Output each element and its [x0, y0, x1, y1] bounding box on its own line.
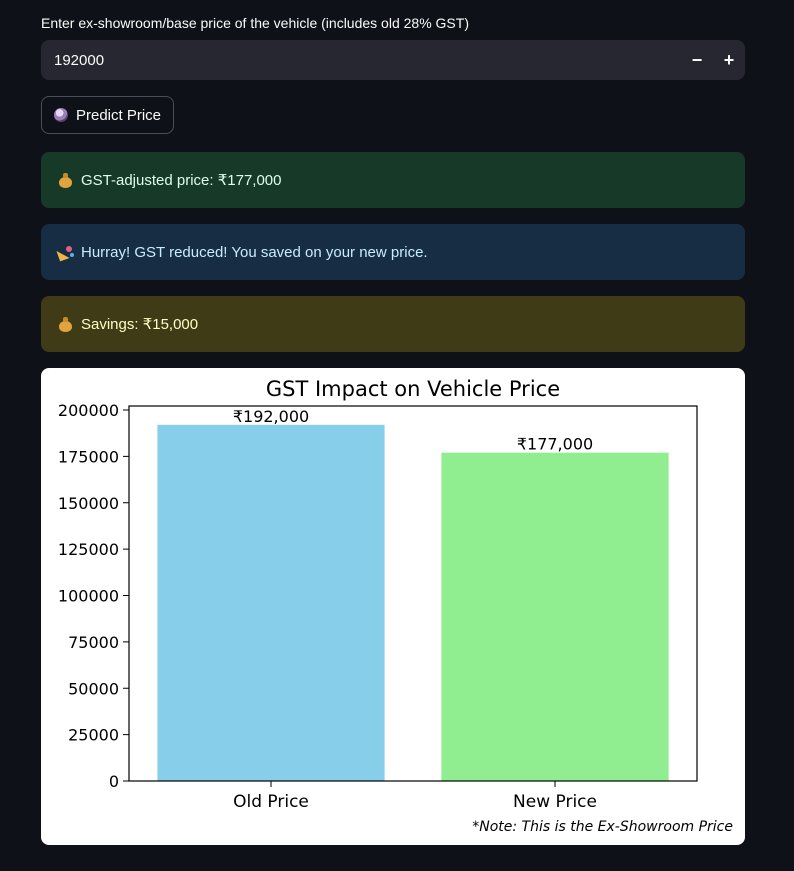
moneybag-icon: [58, 316, 73, 332]
gst-reduced-alert: Hurray! GST reduced! You saved on your n…: [41, 224, 745, 280]
x-tick-label: New Price: [513, 792, 597, 812]
y-tick-label: 175000: [58, 447, 119, 466]
price-input-field[interactable]: [41, 40, 667, 80]
bar-value-label: ₹177,000: [517, 435, 593, 454]
chart-note: *Note: This is the Ex-Showroom Price: [472, 819, 733, 835]
gst-reduced-text: Hurray! GST reduced! You saved on your n…: [81, 243, 428, 261]
crystal-ball-icon: [53, 108, 68, 122]
savings-text: Savings: ₹15,000: [81, 316, 199, 333]
party-popper-icon: [58, 245, 73, 260]
y-tick-label: 150000: [58, 494, 119, 513]
y-tick-label: 200000: [58, 401, 119, 420]
bar-old-price: [157, 424, 385, 781]
moneybag-icon: [58, 172, 73, 188]
x-tick-label: Old Price: [233, 792, 309, 812]
gst-adjusted-price-alert: GST-adjusted price: ₹177,000: [41, 152, 745, 208]
predict-price-button[interactable]: Predict Price: [41, 96, 174, 134]
price-input-label: Enter ex-showroom/base price of the vehi…: [41, 15, 469, 31]
gst-adjusted-price-text: GST-adjusted price: ₹177,000: [81, 172, 282, 189]
bar-value-label: ₹192,000: [233, 407, 309, 426]
increment-button[interactable]: +: [713, 40, 745, 80]
chart-card: GST Impact on Vehicle Price ₹192,000 ₹177,…: [41, 368, 745, 845]
decrement-button[interactable]: −: [681, 40, 713, 80]
chart-title: GST Impact on Vehicle Price: [266, 377, 560, 401]
predict-price-label: Predict Price: [75, 106, 162, 124]
y-tick-label: 100000: [58, 587, 119, 606]
bar-new-price: [441, 452, 669, 781]
y-tick-label: 50000: [68, 679, 119, 698]
y-tick-label: 75000: [68, 633, 119, 652]
savings-alert: Savings: ₹15,000: [41, 296, 745, 352]
y-tick-label: 25000: [68, 726, 119, 745]
y-tick-label: 0: [109, 772, 119, 791]
y-tick-label: 125000: [58, 540, 119, 559]
gst-impact-chart: GST Impact on Vehicle Price ₹192,000 ₹177,…: [58, 377, 733, 835]
price-number-input[interactable]: − +: [41, 40, 745, 80]
